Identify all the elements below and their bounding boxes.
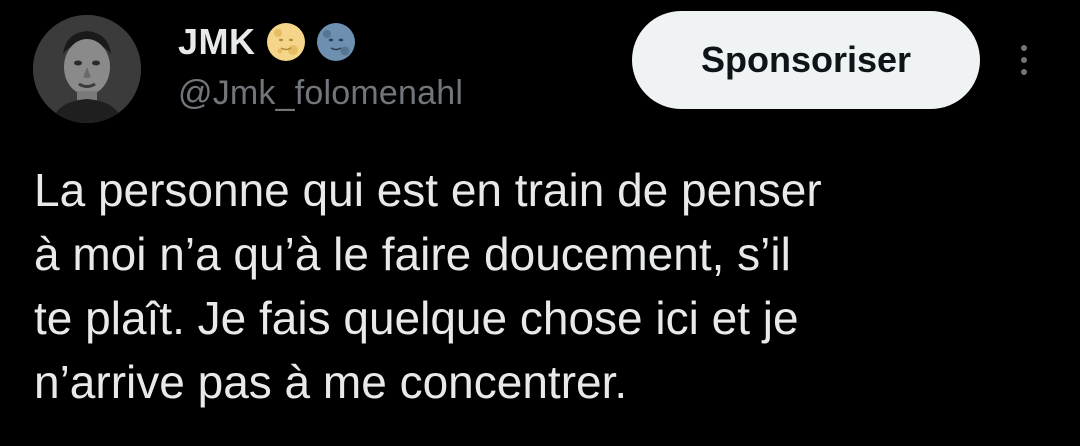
full-moon-face-icon <box>266 22 306 62</box>
avatar[interactable] <box>33 15 141 123</box>
display-name-row: JMK <box>178 18 356 66</box>
new-moon-face-icon <box>316 22 356 62</box>
tweet-text: La personne qui est en train de penser à… <box>34 158 1034 414</box>
tweet-text-line: n’arrive pas à me concentrer. <box>34 356 628 408</box>
sponsor-button[interactable]: Sponsoriser <box>632 11 980 109</box>
tweet-text-line: La personne qui est en train de penser <box>34 164 822 216</box>
tweet: JMK @Jmk_folomenahl Sponsoriser La perso… <box>0 0 1080 446</box>
tweet-text-line: te plaît. Je fais quelque chose ici et j… <box>34 292 799 344</box>
avatar-image <box>33 15 141 123</box>
display-name[interactable]: JMK <box>178 21 256 63</box>
user-handle[interactable]: @Jmk_folomenahl <box>178 74 463 113</box>
tweet-text-line: à moi n’a qu’à le faire doucement, s’il <box>34 228 791 280</box>
more-vertical-icon <box>1021 45 1027 75</box>
more-options-button[interactable] <box>1008 36 1040 84</box>
